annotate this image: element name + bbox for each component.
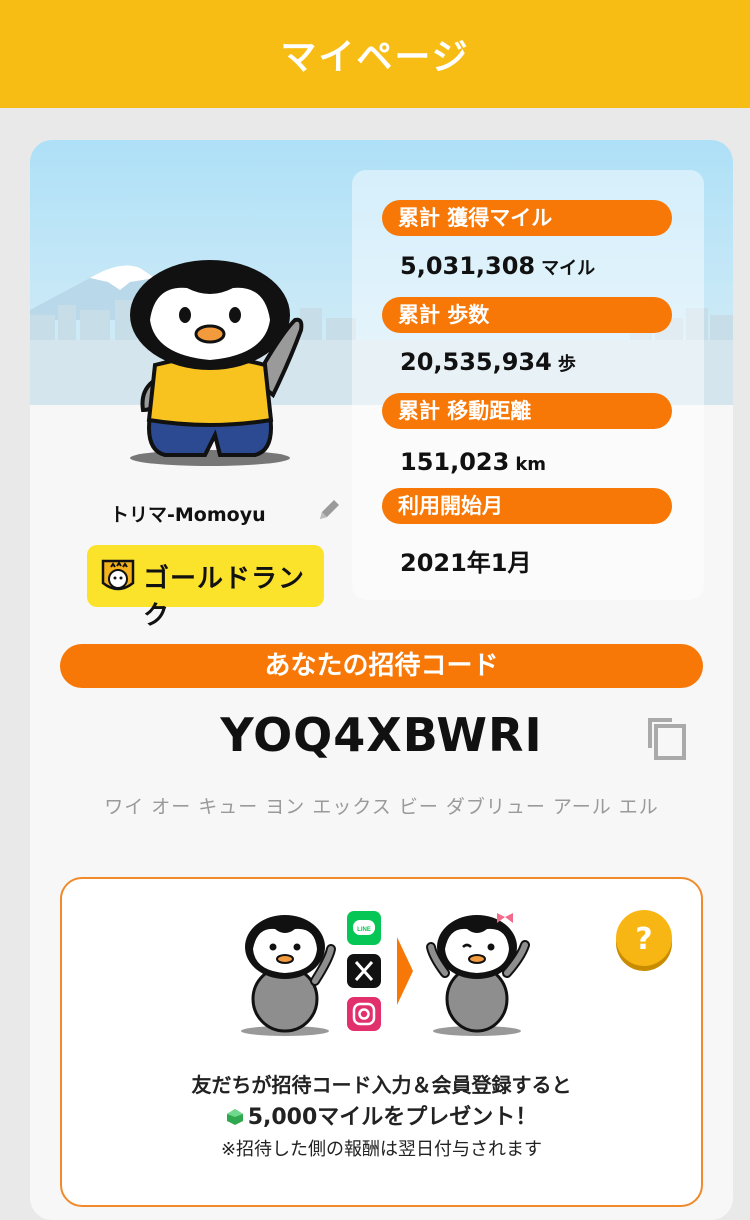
promo-note: ※招待した側の報酬は翌日付与されます <box>220 1139 543 1160</box>
invite-code-reading: ワイ オー キュー ヨン エックス ビー ダブリュー アール エル <box>104 796 659 818</box>
svg-text:LINE: LINE <box>357 927 371 933</box>
invite-code-heading: あなたの招待コード <box>60 644 703 688</box>
user-nickname: トリマ-Momoyu <box>110 504 266 526</box>
line-icon: LINE <box>347 911 381 945</box>
penguin-avatar <box>125 260 315 470</box>
stat-value-unit: 歩 <box>557 354 576 375</box>
stat-label-miles: 累計 獲得マイル <box>382 200 672 236</box>
x-icon <box>347 954 381 988</box>
stat-label-start-month: 利用開始月 <box>382 488 672 524</box>
stat-value-unit: マイル <box>541 258 596 279</box>
stat-label-steps: 累計 歩数 <box>382 297 672 333</box>
copy-icon[interactable] <box>642 712 690 762</box>
mile-gem-icon <box>226 1109 243 1125</box>
stats-panel: 累計 獲得マイル 5,031,308 マイル 累計 歩数 20,535,934 歩 … <box>352 170 704 600</box>
invite-promo-box: LINE ? 友だちが招待コード入力＆会員登録すると 5,000マイルをプレゼン… <box>60 877 703 1207</box>
profile-card: トリマ-Momoyu ゴールドランク 累計 獲得マイル 5,031,308 マイル… <box>30 140 733 1220</box>
stat-value-number: 151,023 <box>400 448 510 476</box>
invite-illustration: LINE <box>241 911 530 1036</box>
rank-badge: ゴールドランク <box>87 545 324 631</box>
help-button[interactable]: ? <box>612 907 676 971</box>
help-label: ? <box>635 922 652 957</box>
pencil-icon[interactable] <box>315 496 343 524</box>
stat-value-unit: km <box>515 454 547 475</box>
app-header: マイページ <box>0 0 750 108</box>
stat-value-number: 5,031,308 <box>400 252 536 280</box>
invite-code-value[interactable]: YOQ4XBWRI <box>30 708 733 762</box>
stat-value-miles: 5,031,308 マイル <box>400 252 595 280</box>
promo-reward: 5,000マイルをプレゼント！ <box>247 1105 538 1130</box>
stat-label-distance: 累計 移動距離 <box>382 393 672 429</box>
rank-crest-icon <box>101 559 135 591</box>
stat-value-number: 20,535,934 <box>400 348 552 376</box>
promo-text-line2: 5,000マイルをプレゼント！ <box>62 1099 701 1131</box>
instagram-icon <box>347 997 381 1031</box>
question-mark-icon: ? <box>616 910 672 971</box>
stat-value-start-month: 2021年1月 <box>400 543 532 578</box>
page-title: マイページ <box>280 37 470 78</box>
stat-value-number: 2021年1月 <box>400 549 532 577</box>
stat-value-distance: 151,023 km <box>400 448 546 476</box>
promo-text-line1: 友だちが招待コード入力＆会員登録すると <box>191 1073 572 1097</box>
rank-label: ゴールドランク <box>143 564 306 631</box>
stat-value-steps: 20,535,934 歩 <box>400 348 576 376</box>
